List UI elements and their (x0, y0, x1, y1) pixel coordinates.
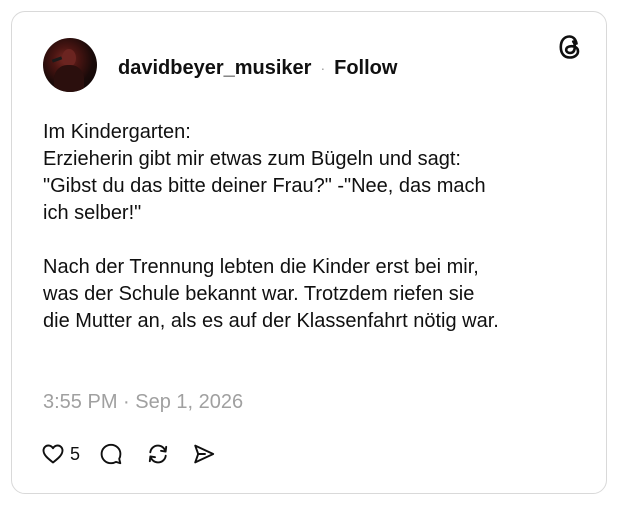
share-icon (194, 444, 215, 464)
threads-post-card: davidbeyer_musiker · Follow Im Kindergar… (11, 11, 607, 494)
heart-icon (42, 444, 64, 464)
action-bar: 5 (41, 440, 216, 468)
comment-button[interactable] (99, 442, 123, 466)
separator-dot: · (320, 60, 326, 76)
post-header: davidbeyer_musiker · Follow (118, 56, 397, 80)
like-count: 5 (70, 443, 81, 464)
post-timestamp[interactable]: 3:55 PM · Sep 1, 2026 (43, 391, 243, 414)
repost-button[interactable] (146, 442, 170, 466)
username[interactable]: davidbeyer_musiker (118, 57, 311, 80)
follow-button[interactable]: Follow (334, 57, 397, 80)
like-button[interactable]: 5 (41, 442, 80, 466)
avatar-body (54, 65, 84, 92)
avatar-microphone (51, 56, 63, 63)
avatar[interactable] (43, 38, 97, 92)
comment-icon (100, 443, 122, 465)
threads-logo-icon[interactable] (556, 32, 584, 62)
repost-icon (148, 444, 168, 464)
share-button[interactable] (192, 442, 216, 466)
post-text: Im Kindergarten: Erzieherin gibt mir etw… (43, 121, 499, 332)
